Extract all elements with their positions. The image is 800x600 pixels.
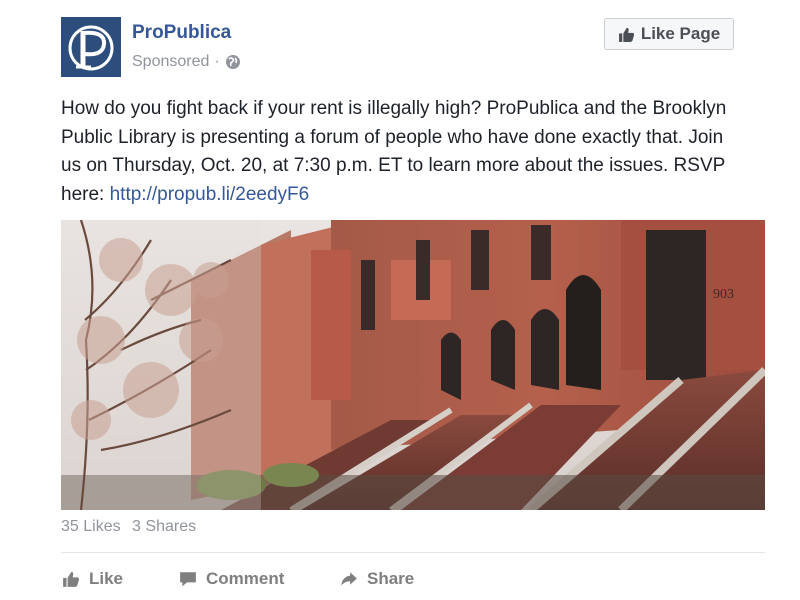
propublica-logo-icon[interactable] <box>61 17 121 77</box>
share-label: Share <box>367 569 415 588</box>
shares-count[interactable]: 3 Shares <box>132 518 196 535</box>
sponsored-label[interactable]: Sponsored <box>132 53 209 71</box>
brownstone-street-photo: 903 <box>61 220 765 510</box>
comment-icon <box>180 572 196 587</box>
thumbs-up-icon <box>618 27 634 42</box>
rsvp-link[interactable]: http://propub.li/2eedyF6 <box>110 184 310 205</box>
meta-separator: · <box>214 53 220 70</box>
house-number: 903 <box>713 287 734 302</box>
post-meta: Sponsored · <box>132 53 241 71</box>
page-name-link[interactable]: ProPublica <box>132 22 231 44</box>
comment-label: Comment <box>206 569 285 588</box>
share-arrow-icon <box>341 572 357 586</box>
post-stats: 35 Likes 3 Shares <box>61 518 203 536</box>
divider <box>61 552 765 553</box>
sponsored-post: ProPublica Sponsored · Like Page How do … <box>0 0 800 600</box>
post-photo[interactable]: 903 <box>61 220 765 510</box>
like-button[interactable]: Like <box>61 569 178 589</box>
like-page-label: Like Page <box>640 24 721 43</box>
thumbs-up-icon <box>63 571 80 587</box>
likes-count[interactable]: 35 Likes <box>61 518 121 535</box>
share-button[interactable]: Share <box>339 569 414 589</box>
like-page-button[interactable]: Like Page <box>604 18 734 50</box>
like-label: Like <box>89 569 124 588</box>
action-bar: Like Comment Share <box>61 563 414 595</box>
comment-button[interactable]: Comment <box>178 569 339 589</box>
post-text: How do you fight back if your rent is il… <box>61 95 741 209</box>
globe-icon[interactable] <box>225 54 241 70</box>
